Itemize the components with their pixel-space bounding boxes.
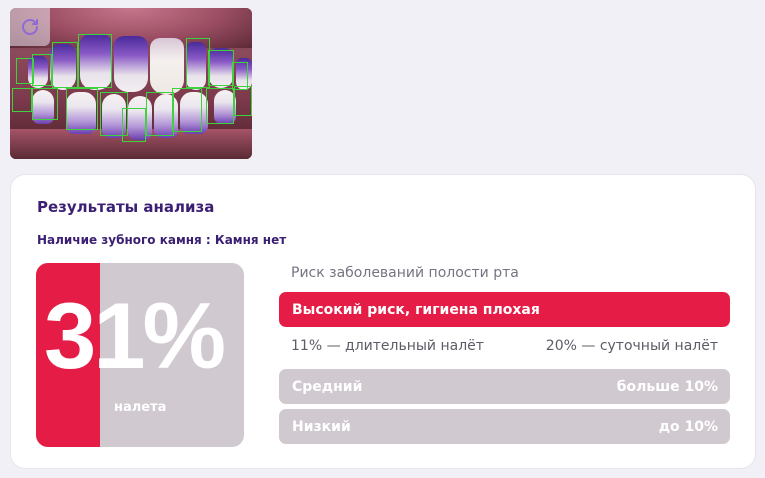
detection-box [234, 86, 252, 116]
refresh-icon [22, 19, 38, 35]
detection-box [32, 88, 58, 120]
detection-box [208, 50, 234, 86]
plaque-percent-box: 31% налета [36, 263, 244, 447]
detection-box [66, 88, 98, 130]
refresh-button[interactable] [10, 8, 50, 46]
detection-box [12, 88, 32, 112]
detection-box [206, 88, 234, 124]
tartar-status: Наличие зубного камня : Камня нет [37, 233, 287, 247]
detection-box [52, 42, 78, 88]
detection-box [186, 38, 210, 88]
results-title: Результаты анализа [37, 198, 215, 216]
plaque-unit-label: налета [114, 400, 167, 415]
risk-low-bar[interactable]: Низкий до 10% [279, 409, 730, 444]
risk-medium-label: Средний [292, 378, 363, 395]
detection-box [32, 54, 52, 86]
risk-high-label: Высокий риск, гигиена плохая [292, 301, 540, 318]
results-card: Результаты анализа Наличие зубного камня… [11, 175, 755, 468]
detection-box [172, 88, 202, 132]
detection-box [146, 92, 174, 136]
risk-low-label: Низкий [292, 418, 351, 435]
risk-high-bar[interactable]: Высокий риск, гигиена плохая [279, 292, 730, 327]
tooth [150, 38, 184, 94]
risk-medium-range: больше 10% [616, 378, 718, 395]
risk-medium-bar[interactable]: Средний больше 10% [279, 369, 730, 404]
tooth [114, 36, 148, 92]
risk-low-range: до 10% [658, 418, 718, 435]
plaque-percent-value: 31% [44, 283, 226, 388]
detection-box [122, 108, 146, 142]
risk-caption: Риск заболеваний полости рта [291, 265, 519, 281]
detection-box [78, 34, 112, 88]
daily-plaque-note: 20% — суточный налёт [545, 338, 718, 354]
long-plaque-note: 11% — длительный налёт [291, 338, 484, 354]
